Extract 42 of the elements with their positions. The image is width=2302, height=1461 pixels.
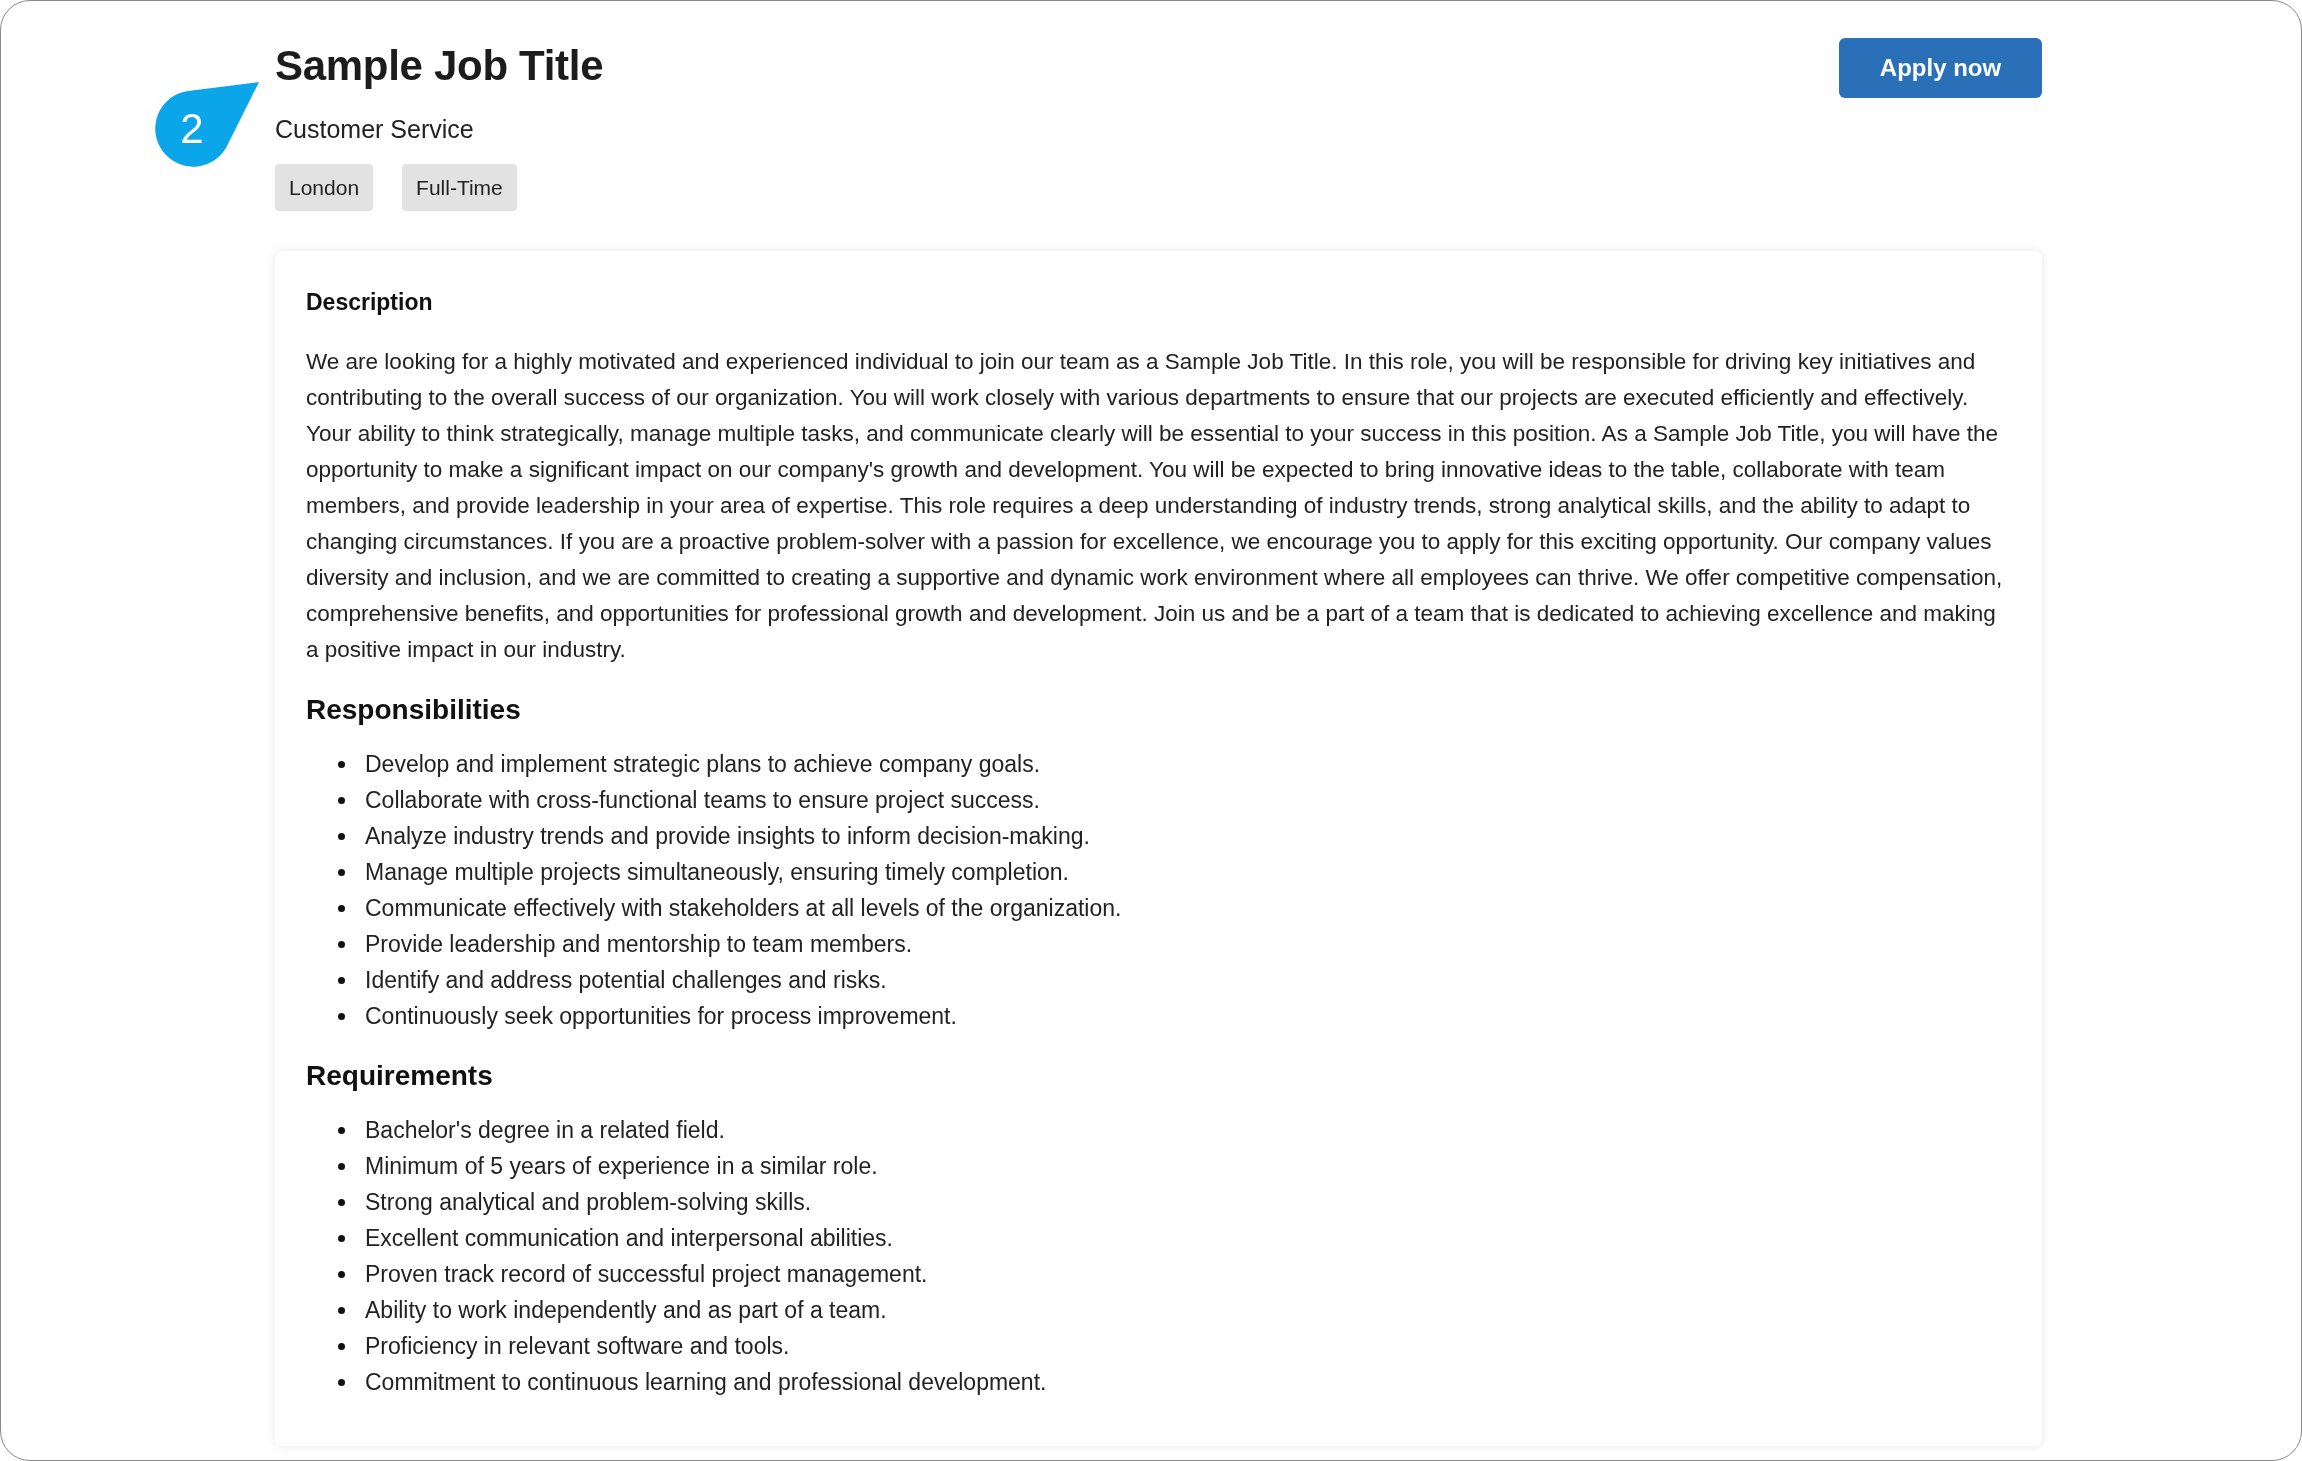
- bullet-icon: [338, 1012, 345, 1020]
- bullet-icon: [338, 904, 345, 912]
- description-paragraph: We are looking for a highly motivated and experienced individual to join our team as a Sample Job Title. In this role, you will be responsible for driving key initiatives and contributing to the overall success of our organization. You will work closely with various departments to ensure that our projects are executed efficiently and effectively. Your ability to think strategically, manage multiple tasks, and communicate clearly will be essential to your success in this position. As a Sample Job Title, you will have the opportunity to make a significant impact on our company's growth and development. You will be expected to bring innovative ideas to the table, collaborate with team members, and provide leadership in your area of expertise. This role requires a deep understanding of industry trends, strong analytical skills, and the ability to adapt to changing circumstances. If you are a proactive problem-solver with a passion for excellence, we encourage you to apply for this exciting opportunity. Our company values diversity and inclusion, and we are committed to creating a supportive and dynamic work environment where all employees can thrive. We offer competitive compensation, comprehensive benefits, and opportunities for professional growth and development. Join us and be a part of a team that is dedicated to achieving excellence and making a positive impact in our industry.: [306, 348, 2004, 664]
- list-item: Minimum of 5 years of experience in a similar role.: [365, 1152, 878, 1181]
- section-heading: Responsibilities: [306, 693, 522, 727]
- bullet-icon: [338, 760, 345, 768]
- list-item: Identify and address potential challenges and risks.: [365, 966, 887, 995]
- bullet-icon: [338, 868, 345, 876]
- bullet-icon: [338, 796, 345, 804]
- department-label: Customer Service: [275, 114, 475, 145]
- bullet-icon: [338, 832, 345, 840]
- bullet-icon: [338, 940, 345, 948]
- list-item: Manage multiple projects simultaneously, ensuring timely completion.: [365, 858, 1069, 887]
- list-item: Bachelor's degree in a related field.: [365, 1116, 725, 1145]
- apply-button[interactable]: Apply now: [1839, 38, 2042, 98]
- list-item: Strong analytical and problem-solving skills.: [365, 1188, 812, 1217]
- bullet-icon: [338, 1306, 345, 1314]
- bullet-icon: [338, 1198, 345, 1206]
- list-item: Proficiency in relevant software and tools.: [365, 1332, 790, 1361]
- list-item: Ability to work independently and as part of a team.: [365, 1296, 887, 1325]
- bullet-icon: [338, 976, 345, 984]
- list-item: Communicate effectively with stakeholders at all levels of the organization.: [365, 894, 1122, 923]
- list-item: Analyze industry trends and provide insights to inform decision-making.: [365, 822, 1090, 851]
- list-item: Excellent communication and interpersonal abilities.: [365, 1224, 893, 1253]
- bullet-icon: [338, 1126, 345, 1134]
- bullet-icon: [338, 1270, 345, 1278]
- list-item: Develop and implement strategic plans to achieve company goals.: [365, 750, 1041, 779]
- bullet-icon: [338, 1162, 345, 1170]
- list-item: Provide leadership and mentorship to team members.: [365, 930, 913, 959]
- list-item: Collaborate with cross-functional teams to ensure project success.: [365, 786, 1040, 815]
- list-item: Continuously seek opportunities for process improvement.: [365, 1002, 957, 1031]
- tag-chip: Full-Time: [402, 164, 517, 211]
- section-heading: Requirements: [306, 1059, 494, 1093]
- section-heading: Description: [306, 288, 434, 317]
- bullet-icon: [338, 1378, 345, 1386]
- bullet-icon: [338, 1342, 345, 1350]
- bullet-icon: [338, 1234, 345, 1242]
- tag-chip: London: [275, 164, 374, 211]
- job-title: Sample Job Title: [275, 43, 604, 89]
- callout-badge: 2: [153, 81, 261, 169]
- list-item: Proven track record of successful project management.: [365, 1260, 928, 1289]
- list-item: Commitment to continuous learning and professional development.: [365, 1368, 1047, 1397]
